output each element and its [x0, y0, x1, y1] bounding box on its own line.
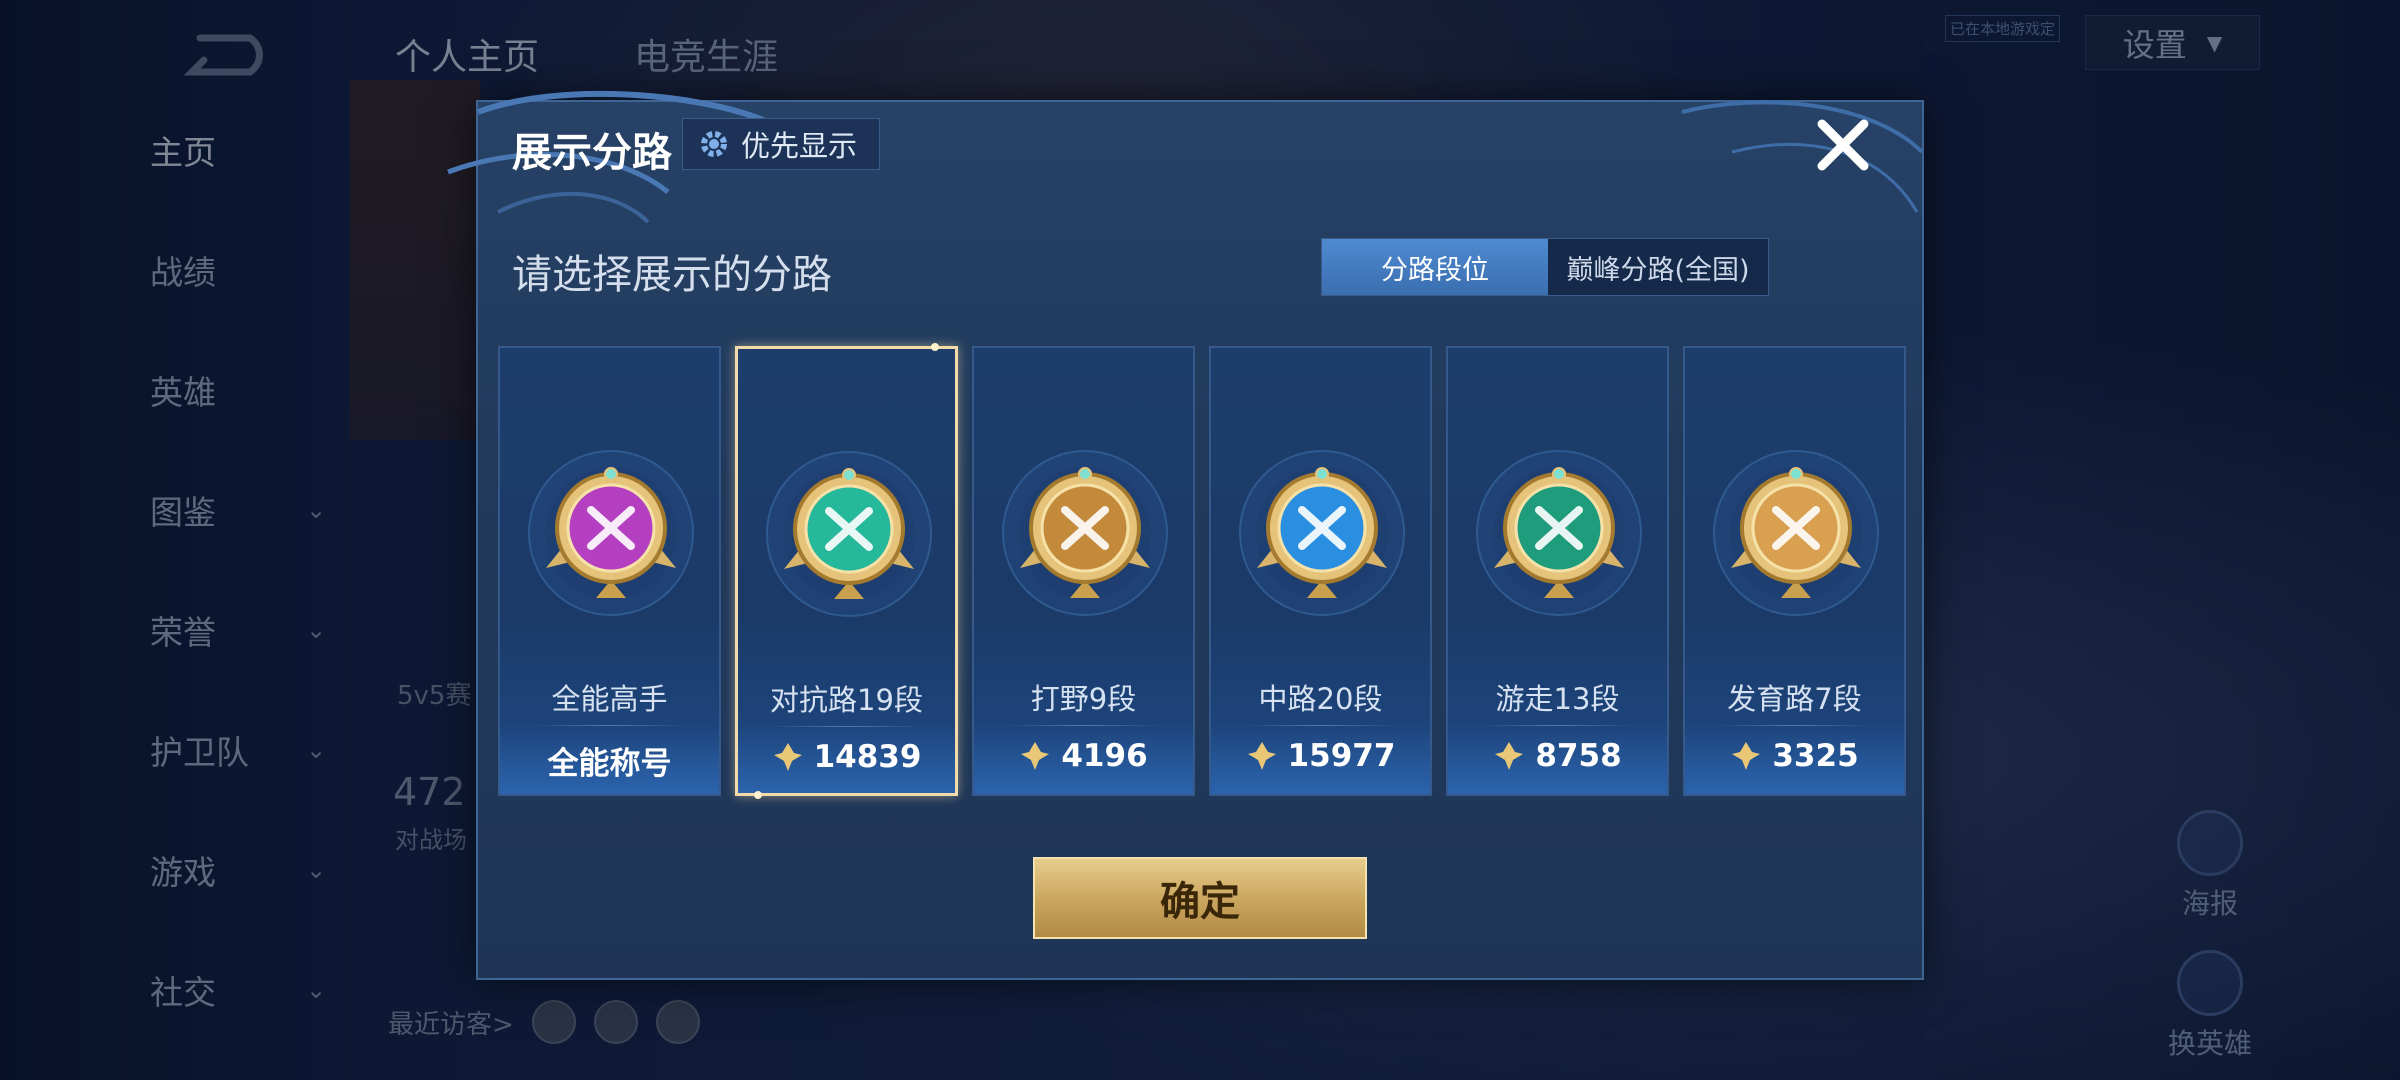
lane-score-value: 3325 — [1772, 738, 1859, 774]
lane-cards: 全能高手 全能称号 对抗路19段 14839 打野9段 4196 中路20段 15977 游走1… — [498, 343, 1906, 799]
lane-score-value: 8758 — [1535, 738, 1622, 774]
divider — [530, 725, 689, 726]
ranking-type-toggle: 分路段位 巅峰分路(全国) — [1321, 238, 1769, 296]
lane-rank-label: 发育路7段 — [1727, 682, 1862, 716]
lane-score-value: 15977 — [1287, 738, 1396, 774]
lane-card[interactable]: 中路20段 15977 — [1209, 346, 1432, 796]
lane-card[interactable]: 对抗路19段 14839 — [735, 343, 958, 799]
lane-score: 8758 — [1448, 738, 1667, 774]
rank-points-icon — [1247, 742, 1276, 770]
decorative-swirl-icon — [1681, 100, 1924, 213]
tab-peak-lane-national[interactable]: 巅峰分路(全国) — [1548, 239, 1768, 295]
lane-score: 14839 — [738, 739, 955, 775]
divider — [1241, 725, 1400, 726]
lane-score-value: 14839 — [813, 739, 922, 775]
gear-icon — [701, 131, 727, 157]
all-round-badge-icon — [528, 450, 694, 616]
modal-subtitle: 请选择展示的分路 — [512, 252, 832, 298]
lane-rank-label: 打野9段 — [1030, 682, 1137, 716]
clash-lane-badge-icon — [766, 451, 932, 617]
confirm-button[interactable]: 确定 — [1033, 857, 1367, 939]
priority-display-button[interactable]: 优先显示 — [682, 118, 881, 170]
lane-card[interactable]: 游走13段 8758 — [1446, 346, 1669, 796]
divider — [768, 726, 925, 727]
lane-card[interactable]: 全能高手 全能称号 — [498, 346, 721, 796]
rank-points-icon — [1732, 742, 1761, 770]
lane-display-modal: 展示分路 优先显示 请选择展示的分路 分路段位 巅峰分路(全国) 全能高手全能称… — [447, 90, 1924, 980]
divider — [1004, 725, 1163, 726]
modal-title: 展示分路 — [512, 130, 672, 176]
divider — [1715, 725, 1874, 726]
lane-rank-label: 对抗路19段 — [770, 683, 923, 717]
selection-corner-dot — [931, 343, 939, 351]
tab-lane-rank[interactable]: 分路段位 — [1322, 239, 1548, 295]
lane-rank-label: 中路20段 — [1258, 682, 1383, 716]
lane-score-value: 全能称号 — [547, 746, 672, 782]
lane-score-value: 4196 — [1061, 738, 1148, 774]
selection-corner-dot — [754, 791, 762, 799]
mid-lane-badge-icon — [1239, 450, 1405, 616]
farm-lane-badge-icon — [1713, 450, 1879, 616]
close-icon[interactable] — [1812, 114, 1874, 176]
lane-score: 3325 — [1685, 738, 1904, 774]
lane-card[interactable]: 打野9段 4196 — [972, 346, 1195, 796]
rank-points-icon — [1495, 742, 1524, 770]
lane-rank-label: 全能高手 — [551, 682, 668, 716]
lane-score: 15977 — [1211, 738, 1430, 774]
rank-points-icon — [1021, 742, 1050, 770]
jungle-badge-icon — [1002, 450, 1168, 616]
roam-badge-icon — [1476, 450, 1642, 616]
rank-points-icon — [773, 743, 802, 771]
lane-rank-label: 游走13段 — [1495, 682, 1620, 716]
priority-display-label: 优先显示 — [741, 129, 858, 163]
lane-score: 全能称号 — [500, 738, 719, 783]
lane-card[interactable]: 发育路7段 3325 — [1683, 346, 1906, 796]
divider — [1478, 725, 1637, 726]
lane-score: 4196 — [974, 738, 1193, 774]
